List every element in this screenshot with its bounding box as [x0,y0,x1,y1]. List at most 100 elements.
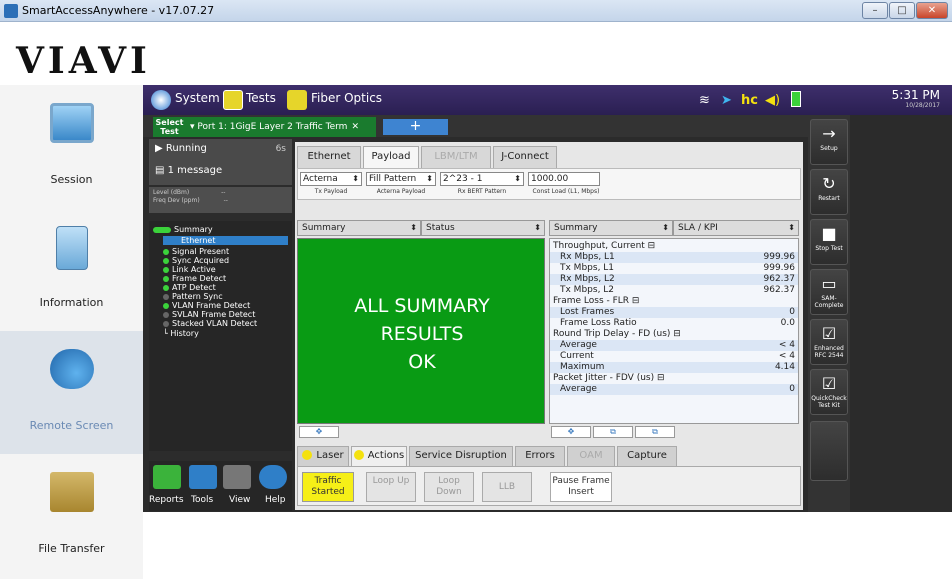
tab-payload[interactable]: Payload [363,146,419,168]
tree-summary[interactable]: Summary [153,225,213,234]
run-status: ▶ Running 6s ▤ 1 message [149,139,292,185]
tree-history[interactable]: └ History [163,329,199,338]
expand-button[interactable]: ✥ [551,426,591,438]
llb-button[interactable]: LLB [482,472,532,502]
tab-ethernet[interactable]: Ethernet [297,146,361,168]
traffic-started-button[interactable]: Traffic Started [302,472,354,502]
row-value: < 4 [778,351,795,361]
tree-item[interactable]: VLAN Frame Detect [163,301,250,310]
tree-ethernet[interactable]: Ethernet [163,236,288,245]
maximize-button[interactable]: □ [889,2,915,19]
row-value: 962.37 [763,274,796,284]
tab-j-connect[interactable]: J-Connect [493,146,557,168]
running-label: Running [165,143,207,154]
tab-lbm-ltm[interactable]: LBM/LTM [421,146,491,168]
chevron-icon: ⬍ [662,223,669,232]
chevron-icon: ⬍ [534,223,541,232]
tests-button[interactable]: Tests [246,91,276,105]
table-row[interactable]: Packet Jitter - FDV (us) ⊟ [550,373,798,384]
chevron-icon: ⬍ [514,174,521,183]
tab-oam[interactable]: OAM [567,446,615,466]
tree-item[interactable]: Signal Present [163,247,229,256]
bert-icon [223,90,243,110]
stop-icon: ■ [821,224,837,243]
table-row[interactable]: Round Trip Delay - FD (us) ⊟ [550,329,798,340]
nav-information[interactable]: Information [0,208,143,331]
paste-button[interactable]: ⧉ [635,426,675,438]
row-key: Current [560,351,594,361]
message-status[interactable]: ▤ 1 message [155,165,222,176]
row-key: Frame Loss - FLR ⊟ [553,296,640,306]
minimize-button[interactable]: – [862,2,888,19]
table-row[interactable]: Frame Loss - FLR ⊟ [550,296,798,307]
nav-file-transfer[interactable]: File Transfer [0,454,143,577]
left-col2-select[interactable]: Status ⬍ [421,220,545,236]
enhanced-rfc-button[interactable]: ☑ Enhanced RFC 2544 [810,319,848,365]
tab-service-disruption[interactable]: Service Disruption [409,446,513,466]
tab-errors[interactable]: Errors [515,446,565,466]
tree-item[interactable]: Stacked VLAN Detect [163,319,257,328]
status-dot [163,311,169,318]
table-row: Maximum 4.14 [550,362,798,373]
setup-button[interactable]: → Setup [810,119,848,165]
nav-remote-screen[interactable]: Remote Screen [0,331,143,454]
tx-payload-select[interactable]: Acterna ⬍ [300,172,362,186]
tree-item[interactable]: Pattern Sync [163,292,223,301]
right-col2-select[interactable]: SLA / KPI ⬍ [673,220,799,236]
running-count: 6s [275,144,286,154]
left-col1-select[interactable]: Summary ⬍ [297,220,421,236]
tree-item[interactable]: SVLAN Frame Detect [163,310,255,319]
sam-complete-button[interactable]: ▭ SAM-Complete [810,269,848,315]
help-icon[interactable] [259,465,287,489]
table-row[interactable]: Throughput, Current ⊟ [550,241,798,252]
close-tab-icon[interactable]: ✕ [351,122,359,132]
pause-frame-insert-button[interactable]: Pause Frame Insert [550,472,612,502]
table-row: Tx Mbps, L2 962.37 [550,285,798,296]
tree-item[interactable]: Sync Acquired [163,256,229,265]
rx-bert-label: Rx BERT Pattern [457,188,507,195]
tools-icon[interactable] [189,465,217,489]
loop-down-button[interactable]: Loop Down [424,472,474,502]
device-topbar: System Tests Fiber Optics ≋ ➤ hc ◀) 5:31… [143,85,952,115]
row-value: 0 [789,307,795,317]
close-button[interactable]: ✕ [916,2,948,19]
reports-label: Reports [149,495,184,505]
loop-up-button[interactable]: Loop Up [366,472,416,502]
quickcheck-button[interactable]: ☑ QuickCheck Test Kit [810,369,848,415]
tree-item[interactable]: Frame Detect [163,274,226,283]
speaker-icon: ◀) [765,93,781,108]
result-tree: Summary Ethernet Signal Present Sync Acq… [149,221,292,451]
system-button[interactable]: System [175,91,220,105]
tree-item-label: ATP Detect [172,283,216,292]
copy-button[interactable]: ⧉ [593,426,633,438]
port-tab[interactable]: ▾ Port 1: 1GigE Layer 2 Traffic Term ✕ [186,117,376,137]
restart-button[interactable]: ↻ Restart [810,169,848,215]
acterna-payload-label: Acterna Payload [376,188,426,195]
tree-item[interactable]: Link Active [163,265,216,274]
const-load-input[interactable]: 1000.00 [528,172,600,186]
running-status[interactable]: ▶ Running [155,143,207,154]
add-tab-button[interactable]: + [383,119,448,135]
chevron-icon: ⬍ [352,174,359,183]
select-test-button[interactable]: Select Test [153,117,186,137]
view-icon[interactable] [223,465,251,489]
tab-laser[interactable]: Laser [297,446,349,466]
fiber-optics-button[interactable]: Fiber Optics [311,91,382,105]
rx-bert-select[interactable]: 2^23 - 1 ⬍ [440,172,524,186]
table-row: Tx Mbps, L1 999.96 [550,263,798,274]
right-col1-select[interactable]: Summary ⬍ [549,220,673,236]
stop-test-button[interactable]: ■ Stop Test [810,219,848,265]
nav-session[interactable]: Session [0,85,143,208]
blank-soft-key[interactable] [810,421,848,481]
expand-button[interactable]: ✥ [299,426,339,438]
tab-capture[interactable]: Capture [617,446,677,466]
row-key: Packet Jitter - FDV (us) ⊟ [553,373,665,383]
table-row: Current < 4 [550,351,798,362]
clock-time: 5:31 PM [891,88,940,102]
acterna-payload-select[interactable]: Fill Pattern ⬍ [366,172,436,186]
reports-icon[interactable] [153,465,181,489]
nav-session-label: Session [50,173,93,186]
left-col2-label: Status [426,223,455,233]
tab-actions[interactable]: Actions [351,446,407,466]
tree-item[interactable]: ATP Detect [163,283,216,292]
